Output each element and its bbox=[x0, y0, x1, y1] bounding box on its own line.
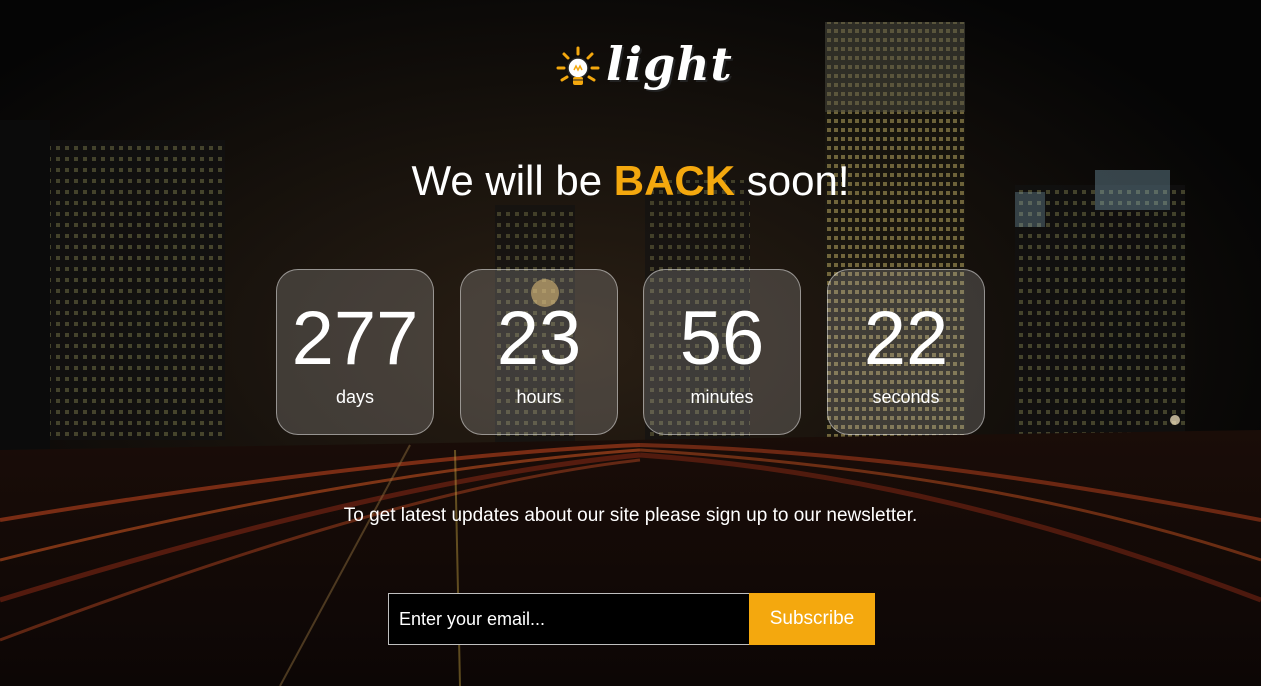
main-content: light We will be BACK soon! 277 days 23 … bbox=[0, 0, 1261, 686]
page-headline: We will be BACK soon! bbox=[0, 155, 1261, 207]
headline-accent: BACK bbox=[613, 157, 736, 204]
countdown-value: 277 bbox=[291, 296, 419, 381]
countdown-value: 23 bbox=[496, 296, 582, 381]
coming-soon-page: light We will be BACK soon! 277 days 23 … bbox=[0, 0, 1261, 686]
countdown-label: days bbox=[335, 387, 375, 407]
newsletter-description: To get latest updates about our site ple… bbox=[343, 505, 918, 526]
subscribe-form: Subscribe bbox=[388, 593, 875, 645]
countdown-minutes: 56 minutes bbox=[643, 269, 801, 435]
headline-after: soon! bbox=[735, 157, 850, 204]
subscribe-button[interactable]: Subscribe bbox=[749, 593, 875, 645]
email-input[interactable] bbox=[388, 593, 750, 645]
logo-text: light bbox=[606, 37, 733, 91]
headline-before: We will be bbox=[411, 157, 614, 204]
countdown-days: 277 days bbox=[276, 269, 434, 435]
lightbulb-icon bbox=[556, 46, 600, 85]
countdown-label: minutes bbox=[690, 387, 754, 407]
countdown-label: hours bbox=[516, 387, 562, 407]
countdown-timer: 277 days 23 hours 56 minutes 22 seconds bbox=[276, 269, 988, 437]
countdown-hours: 23 hours bbox=[460, 269, 618, 435]
countdown-seconds: 22 seconds bbox=[827, 269, 985, 435]
countdown-value: 56 bbox=[679, 296, 765, 381]
countdown-label: seconds bbox=[872, 387, 940, 407]
site-logo[interactable]: light bbox=[556, 37, 732, 100]
countdown-value: 22 bbox=[863, 296, 949, 381]
